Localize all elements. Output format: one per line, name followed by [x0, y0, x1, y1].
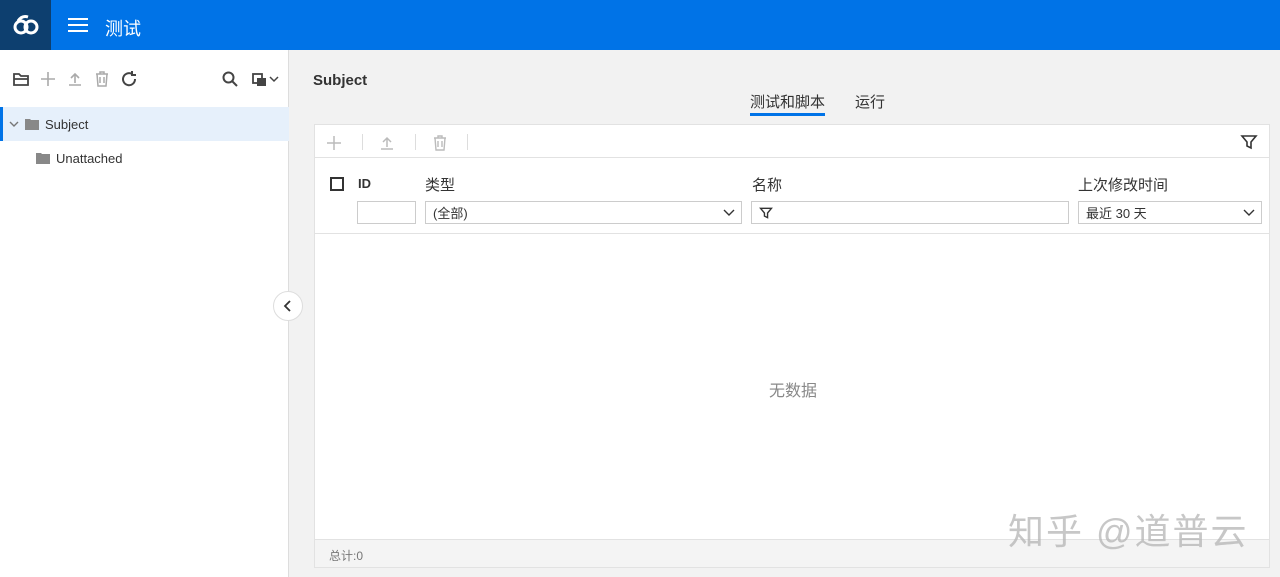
select-all-checkbox[interactable]: [330, 177, 344, 191]
name-filter-input[interactable]: [751, 201, 1069, 224]
copy-dropdown-icon[interactable]: [251, 70, 281, 88]
add-icon[interactable]: [325, 134, 343, 152]
add-icon[interactable]: [39, 70, 57, 88]
grid-panel: ID 类型 名称 上次修改时间 (全部) 最近 30 天 无数据 总计:0: [314, 124, 1270, 568]
search-icon[interactable]: [221, 70, 239, 88]
column-header-modified[interactable]: 上次修改时间: [1078, 174, 1168, 195]
folder-icon: [36, 153, 50, 164]
tree-item-label: Unattached: [56, 150, 123, 166]
column-header-id[interactable]: ID: [358, 176, 371, 191]
top-bar: 测试: [0, 0, 1280, 50]
empty-state-text: 无数据: [769, 383, 818, 400]
watermark: 知乎 @道普云: [1008, 511, 1249, 552]
header-divider: [315, 233, 1269, 234]
delete-icon[interactable]: [431, 134, 449, 152]
toolbar-divider: [415, 134, 416, 150]
filter-icon[interactable]: [1240, 133, 1258, 151]
new-folder-icon[interactable]: [12, 70, 30, 88]
chevron-down-icon[interactable]: [8, 118, 20, 130]
type-filter-select[interactable]: (全部): [425, 201, 742, 224]
tab-tests-and-scripts[interactable]: 测试和脚本: [750, 91, 826, 116]
chevron-left-icon: [283, 300, 291, 312]
column-header-type[interactable]: 类型: [425, 174, 455, 195]
chevron-down-icon: [1243, 209, 1255, 216]
collapse-panel-button[interactable]: [273, 291, 303, 321]
delete-icon[interactable]: [93, 70, 111, 88]
toolbar-divider: [362, 134, 363, 150]
tree-item-subject[interactable]: Subject: [0, 107, 289, 141]
upload-icon[interactable]: [66, 70, 84, 88]
page-title: Subject: [313, 72, 368, 89]
folder-icon: [25, 119, 39, 130]
refresh-icon[interactable]: [120, 70, 138, 88]
chevron-down-icon: [723, 209, 735, 216]
app-title: 测试: [105, 19, 141, 39]
hamburger-menu-icon[interactable]: [66, 14, 90, 36]
tree-item-unattached[interactable]: Unattached: [0, 141, 289, 175]
tree-toolbar: [0, 50, 289, 106]
app-logo[interactable]: [0, 0, 51, 50]
type-filter-value: (全部): [433, 206, 468, 221]
total-count: 总计:0: [329, 549, 364, 563]
toolbar-divider: [467, 134, 468, 150]
modified-filter-value: 最近 30 天: [1086, 206, 1147, 221]
tree-panel: Subject Unattached: [0, 50, 289, 577]
tab-runs[interactable]: 运行: [855, 91, 885, 112]
column-header-name[interactable]: 名称: [752, 174, 782, 195]
grid-toolbar: [315, 125, 1269, 158]
tree-item-label: Subject: [45, 116, 89, 132]
id-filter-input[interactable]: [357, 201, 416, 224]
filter-icon: [759, 207, 773, 219]
logo-icon: [13, 15, 38, 35]
upload-icon[interactable]: [378, 134, 396, 152]
modified-filter-select[interactable]: 最近 30 天: [1078, 201, 1262, 224]
